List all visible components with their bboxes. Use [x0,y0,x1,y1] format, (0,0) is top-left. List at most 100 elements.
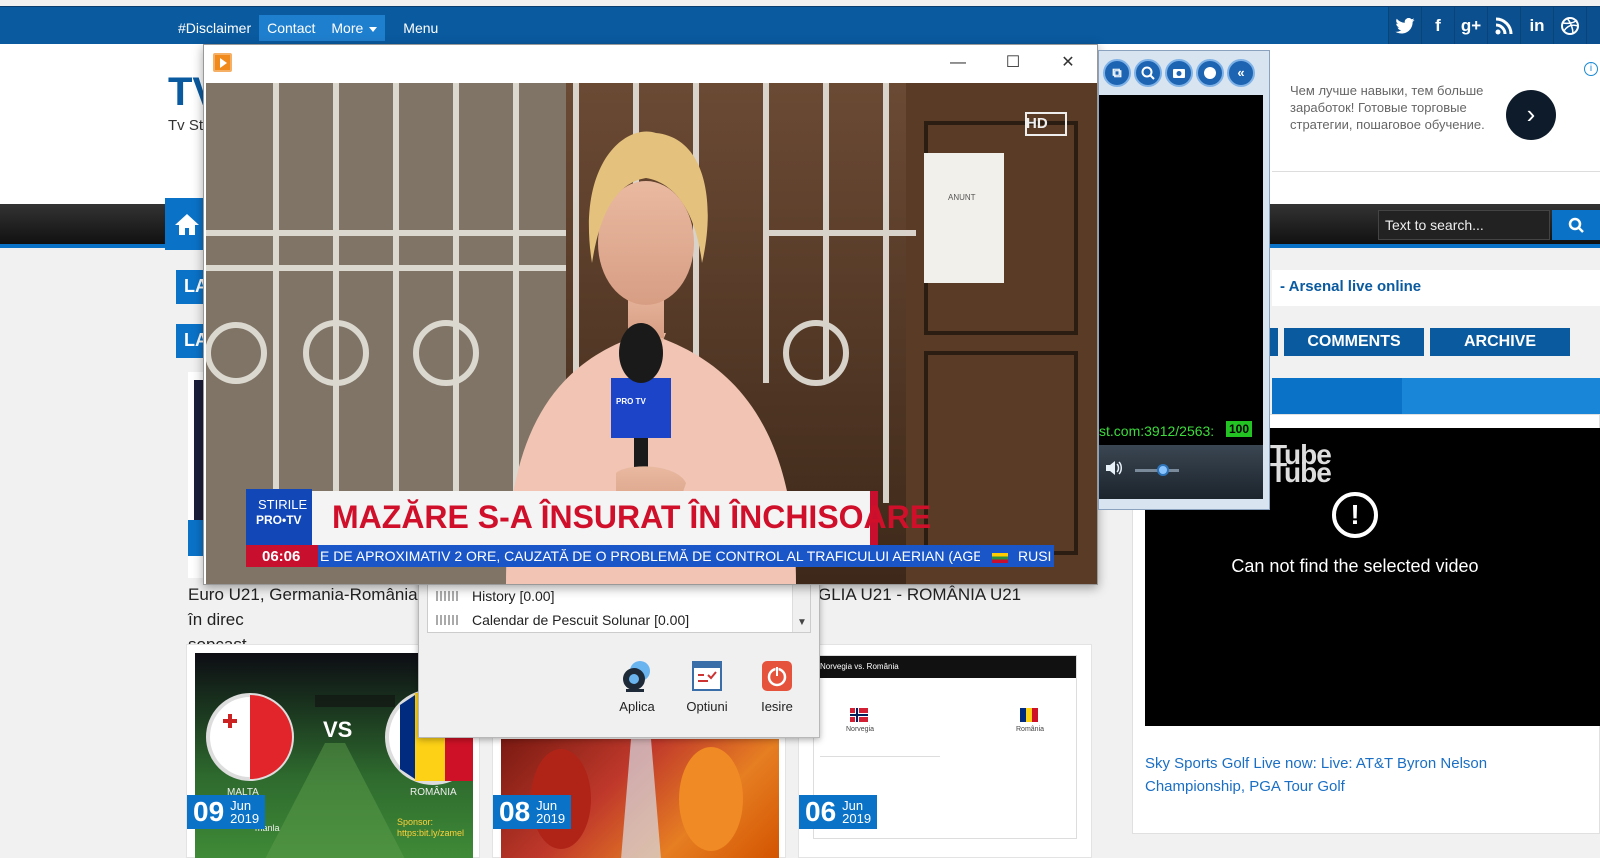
sidebar-tabs: COMMENTS ARCHIVE [1270,328,1570,358]
player-side-panel: ⧉ « st.com:3912/2563: 100 [1098,50,1270,510]
options-button[interactable]: Optiuni [677,659,737,714]
video-frame[interactable]: HD ANUNT PRO TV STIRILE PRO•TV 06:06 MAZ… [206,83,1097,584]
tab-archive[interactable]: ARCHIVE [1430,328,1570,356]
googleplus-icon[interactable]: g+ [1454,7,1487,45]
date-day: 06 [805,796,837,827]
date-month-year: Jun 2019 [230,799,259,825]
youtube-logo: Tube Tube [1270,441,1332,487]
nav-more[interactable]: More [323,15,386,41]
youtube-logo-line-2: Tube [1270,457,1332,488]
twitter-icon[interactable] [1388,7,1421,45]
date-badge-1: 09 Jun 2019 [187,795,266,829]
news-headline: MAZĂRE S-A ÎNSURAT ÎN ÎNCHISOARE [332,499,932,535]
search-input[interactable]: Text to search... [1378,210,1550,240]
date-year: 2019 [230,811,260,826]
nav-disclaimer[interactable]: #Disclaimer [170,15,259,41]
exit-button[interactable]: Iesire [747,659,807,714]
linkedin-icon[interactable]: in [1520,7,1553,45]
player-titlebar[interactable]: — ☐ ✕ [204,45,1097,81]
list-item-label: Calendar de Pescuit Solunar [0.00] [472,612,690,628]
date-day: 08 [499,796,531,827]
minimize-button[interactable]: — [936,51,980,75]
ad-info-icon[interactable]: i [1584,62,1598,76]
webcam-icon [620,659,654,693]
list-item-label: History [0.00] [472,588,555,604]
player-app-icon [213,53,232,72]
sponsor-text: Sponsor: https:bit.ly/zamel [397,817,465,838]
chevron-right-icon[interactable]: › [1506,90,1556,140]
volume-control [1099,445,1263,499]
ad-text: Чем лучше навыки, тем больше заработок! … [1290,83,1485,132]
dribbble-icon[interactable] [1553,7,1586,45]
flag-icon [992,553,1008,563]
news-ticker: E DE APROXIMATIV 2 ORE, CAUZATĂ DE O PRO… [320,548,980,564]
nav-more-label: More [331,20,364,36]
thumb3-title: Norvegia vs. România [814,656,1076,678]
chevron-down-icon[interactable]: ▼ [797,617,807,628]
date-year: 2019 [536,811,566,826]
hd-badge: HD [1026,115,1048,132]
list-item[interactable]: History [0.00] [428,584,810,608]
player-toolbar: ⧉ « [1103,59,1255,87]
broadcast-time: 06:06 [262,548,301,565]
plugin-list[interactable]: History [0.00] Calendar de Pescuit Solun… [427,581,811,633]
snapshot-icon[interactable] [1165,59,1193,87]
grip-icon [436,591,458,601]
norway-flag [850,708,868,722]
close-button[interactable]: ✕ [1046,51,1090,75]
pip-icon[interactable]: ⧉ [1103,59,1131,87]
collapse-icon[interactable]: « [1227,59,1255,87]
ticker-end: RUSI [1018,548,1052,564]
list-scrollbar[interactable]: ▼ [792,582,810,632]
zoom-icon[interactable] [1134,59,1162,87]
golf-link[interactable]: Sky Sports Golf Live now: Live: AT&T Byr… [1145,752,1575,798]
video-player-window: — ☐ ✕ HD ANUNT PRO TV STIRILE PRO•TV 06:… [203,44,1098,585]
social-links: f g+ in [1388,7,1600,45]
sidebar-bar [1272,378,1600,414]
apply-button[interactable]: Aplica [607,659,667,714]
date-month-year: Jun 2019 [536,799,565,825]
stream-url: st.com:3912/2563: [1099,423,1215,439]
buffer-level: 100 [1226,421,1253,437]
vs-text: VS [323,717,353,742]
top-bar: #Disclaimer Contact More Menu f g+ in [0,6,1600,45]
norway-flag-blue-h [850,714,868,716]
tab-comments[interactable]: COMMENTS [1284,328,1424,356]
pinterest-icon[interactable] [1586,7,1600,45]
grip-icon [436,615,458,625]
date-day: 09 [193,796,225,827]
search-icon[interactable] [1552,210,1600,240]
caret-down-icon [369,26,378,32]
date-year: 2019 [842,811,872,826]
site-tagline: Tv St [168,117,204,134]
post-card-3[interactable]: Norvegia vs. România Norvegia România 06… [798,644,1092,858]
romania-flag [1020,708,1038,722]
team2-label: ROMÂNIA [410,787,457,798]
alert-icon: ! [1332,492,1378,538]
mic-flag-text: PRO TV [616,397,646,406]
record-icon[interactable] [1196,59,1224,87]
date-badge-2: 08 Jun 2019 [493,795,572,829]
sidebar-bar-segment [1402,378,1600,414]
volume-slider-handle[interactable] [1157,464,1169,476]
nav-contact[interactable]: Contact [259,15,324,41]
ad-banner[interactable]: Чем лучше навыки, тем больше заработок! … [1272,60,1600,172]
options-label: Optiuni [686,699,728,714]
notice-paper-text: ANUNT [948,193,976,202]
post-title-3[interactable]: GLIA U21 - ROMÂNIA U21 [818,582,1021,607]
sidebar-link-arsenal[interactable]: - Arsenal live online [1272,270,1600,306]
list-item[interactable]: Calendar de Pescuit Solunar [0.00] [428,608,810,632]
nav-menu[interactable]: Menu [395,15,446,41]
post-title-1-line-1: Euro U21, Germania-România în direc [188,585,418,629]
thumb3-team2: România [1016,726,1045,733]
date-month-year: Jun 2019 [842,799,871,825]
apply-label: Aplica [619,699,655,714]
tab-hidden[interactable] [1270,328,1278,356]
speaker-icon[interactable] [1105,461,1123,478]
thumb3-details [820,756,940,796]
protv-label: PRO•TV [256,513,302,527]
top-nav: #Disclaimer Contact More Menu [170,15,446,41]
facebook-icon[interactable]: f [1421,7,1454,45]
maximize-button[interactable]: ☐ [991,51,1035,75]
rss-icon[interactable] [1487,7,1520,45]
